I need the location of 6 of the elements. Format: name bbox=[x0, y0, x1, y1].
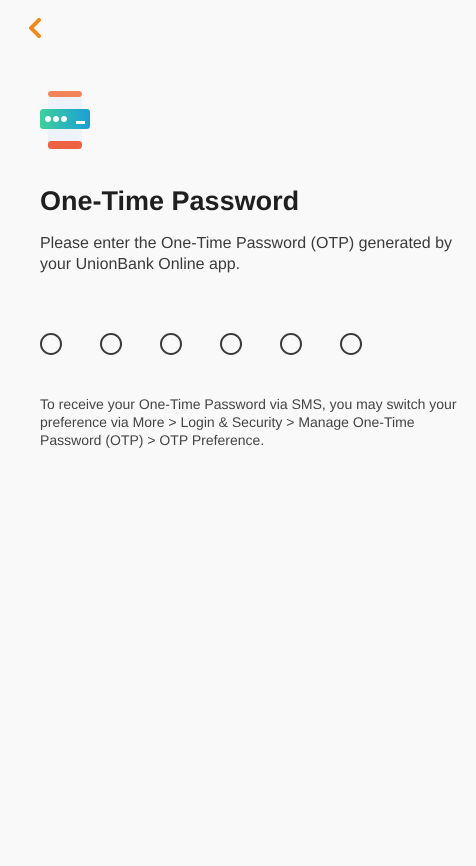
instruction-text: Please enter the One-Time Password (OTP) generated by your UnionBank Online app. bbox=[40, 234, 454, 275]
page-title: One-Time Password bbox=[40, 186, 300, 217]
back-button[interactable] bbox=[26, 16, 44, 40]
phone-password-icon bbox=[40, 90, 92, 150]
chevron-left-icon bbox=[28, 18, 42, 38]
sms-note: To receive your One-Time Password via SMS, you may switch your preference via More > Login & Security > Manage One-Time Password (OTP) > OTP Preference. bbox=[40, 395, 458, 449]
